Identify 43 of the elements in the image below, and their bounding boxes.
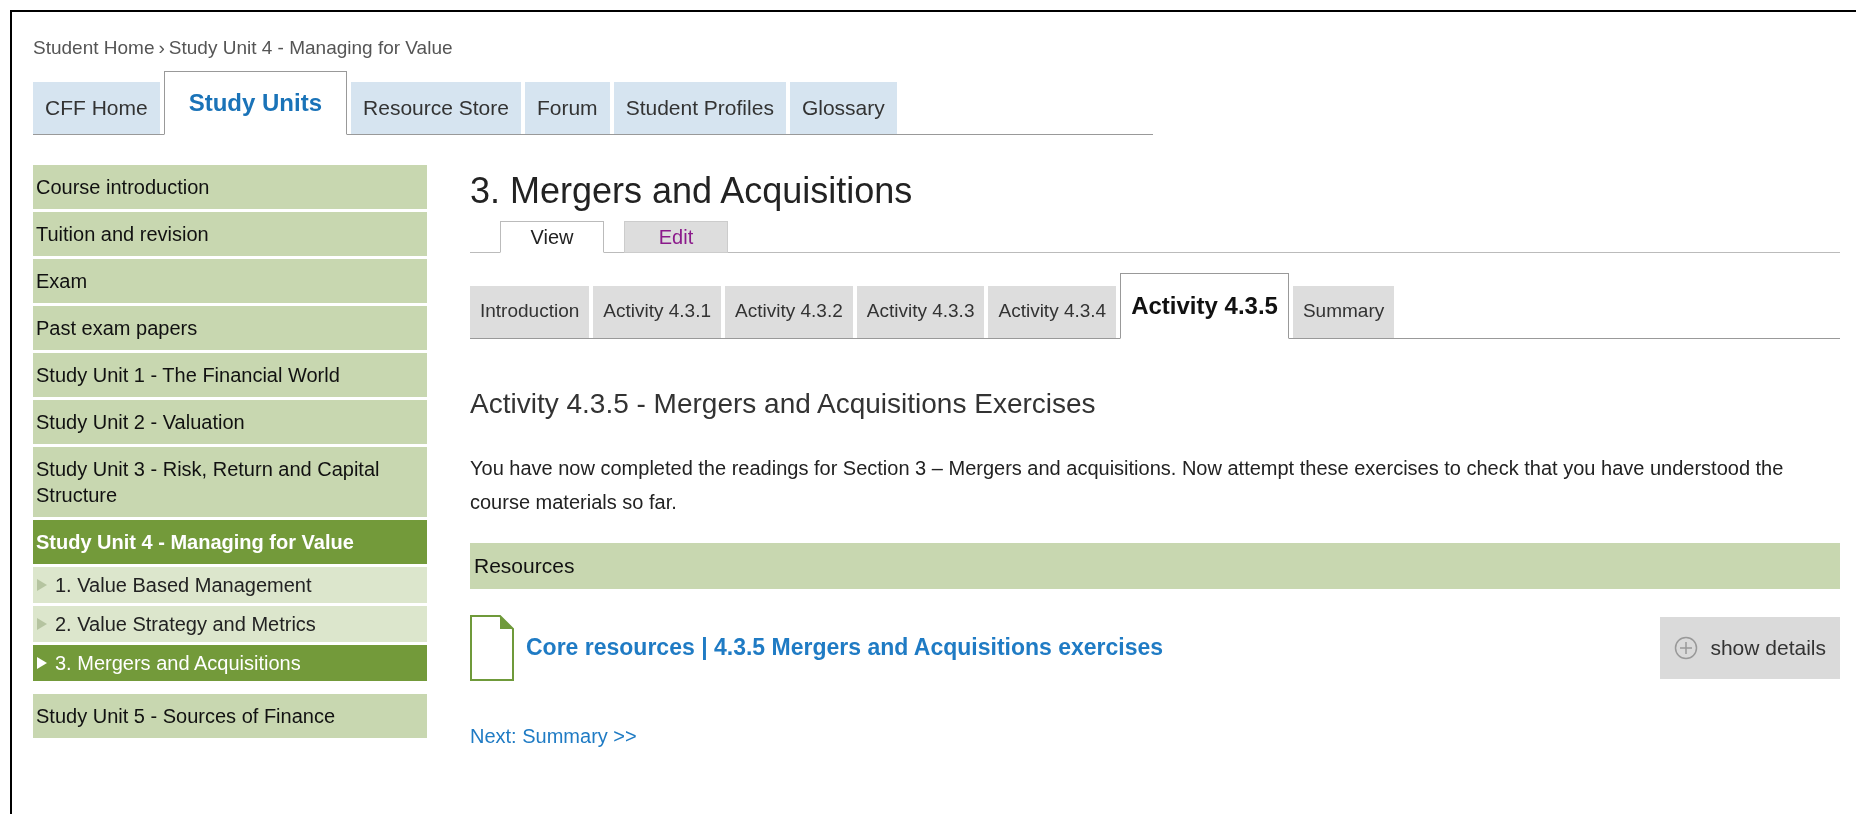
sidebar-subitem[interactable]: 2. Value Strategy and Metrics	[33, 605, 427, 642]
activity-heading: Activity 4.3.5 - Mergers and Acquisitions Exercises	[470, 386, 1097, 421]
triangle-icon	[37, 617, 47, 630]
mode-tab[interactable]: View	[500, 220, 604, 253]
nav-tab[interactable]: CFF Home	[33, 81, 160, 134]
sidebar-subitem-label: 2. Value Strategy and Metrics	[55, 611, 316, 637]
breadcrumb-link[interactable]: Study Unit 4 - Managing for Value	[168, 34, 453, 63]
section-tab[interactable]: Summary	[1292, 285, 1395, 338]
plus-circle-icon	[1674, 635, 1699, 660]
section-tab[interactable]: Activity 4.3.1	[593, 285, 721, 338]
sidebar-item[interactable]: Past exam papers	[33, 305, 427, 350]
nav-tab[interactable]: Forum	[524, 81, 610, 134]
breadcrumb-separator: ›	[158, 36, 165, 60]
breadcrumb-link[interactable]: Student Home	[33, 34, 155, 63]
nav-tab[interactable]: Student Profiles	[613, 81, 786, 134]
section-tab[interactable]: Activity 4.3.2	[725, 285, 853, 338]
nav-tab[interactable]: Glossary	[789, 81, 897, 134]
sidebar-subitem-label: 3. Mergers and Acquisitions	[55, 650, 301, 676]
sidebar-subitem[interactable]: 1. Value Based Management	[33, 566, 427, 603]
section-tab[interactable]: Introduction	[470, 285, 590, 338]
sidebar-item[interactable]: Tuition and revision	[33, 211, 427, 256]
triangle-icon	[37, 656, 47, 669]
sidebar-item[interactable]: Study Unit 3 - Risk, Return and Capital Structure	[33, 446, 427, 517]
sidebar-subitem-label: 1. Value Based Management	[55, 572, 312, 598]
section-tab[interactable]: Activity 4.3.3	[856, 285, 985, 338]
nav-tab[interactable]: Study Units	[163, 70, 348, 135]
page-title: 3. Mergers and Acquisitions	[470, 168, 914, 213]
triangle-icon	[37, 578, 47, 591]
sidebar-item[interactable]: Exam	[33, 258, 427, 303]
section-tab[interactable]: Activity 4.3.5	[1120, 272, 1289, 339]
show-details-button[interactable]: show details	[1660, 616, 1840, 679]
resources-header: Resources	[470, 542, 1840, 589]
section-tab[interactable]: Activity 4.3.4	[988, 285, 1117, 338]
sidebar-item[interactable]: Study Unit 5 - Sources of Finance	[33, 693, 427, 738]
next-link[interactable]: Next: Summary >>	[470, 720, 637, 751]
nav-tab[interactable]: Resource Store	[351, 81, 521, 134]
document-icon	[470, 614, 514, 681]
sidebar-item[interactable]: Study Unit 2 - Valuation	[33, 399, 427, 444]
sidebar-item[interactable]: Course introduction	[33, 164, 427, 209]
mode-tab[interactable]: Edit	[624, 220, 728, 253]
sidebar-item[interactable]: Study Unit 1 - The Financial World	[33, 352, 427, 397]
resource-link[interactable]: Core resources | 4.3.5 Mergers and Acquisitions exercises	[526, 630, 1164, 665]
intro-paragraph: You have now completed the readings for Section 3 – Mergers and acquisitions. Now attempt these exercises to check that you have understood the course materials so far.	[470, 455, 1785, 515]
